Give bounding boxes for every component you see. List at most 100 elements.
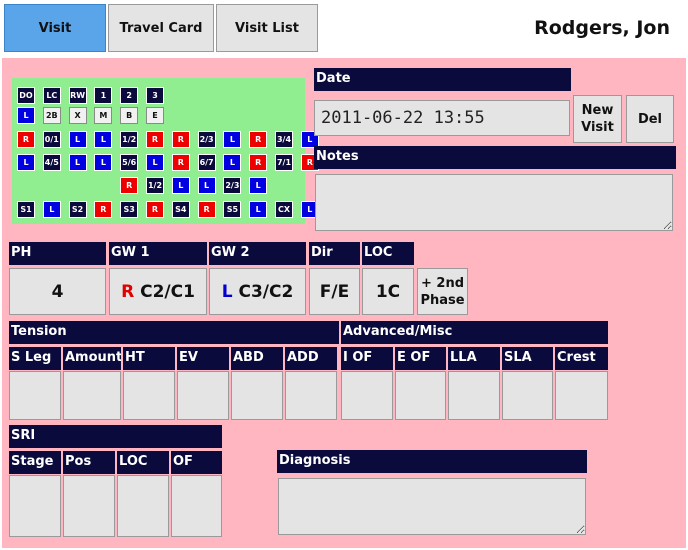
grid-cell[interactable]: L	[146, 154, 164, 171]
sri-col-pos-header: Pos	[63, 451, 115, 474]
grid-cell[interactable]: R	[171, 154, 190, 171]
grid-cell[interactable]: L	[249, 201, 268, 218]
tension-col-abd-field[interactable]	[231, 371, 283, 420]
gw1-value[interactable]: R C2/C1	[109, 268, 207, 315]
grid-cell[interactable]: 4/5	[42, 154, 61, 171]
grid-cell[interactable]: 6/7	[197, 154, 216, 171]
grid-cell[interactable]: B	[120, 107, 139, 124]
tab-visit-list[interactable]: Visit List	[216, 4, 318, 52]
grid-cell[interactable]: R	[171, 131, 190, 148]
advanced-col-crest-field[interactable]	[555, 371, 608, 420]
grid-cell[interactable]: L	[249, 177, 268, 194]
diagnosis-textarea[interactable]	[278, 478, 586, 535]
grid-cell[interactable]: R	[249, 131, 268, 148]
tab-visit[interactable]: Visit	[4, 4, 106, 52]
grid-cell[interactable]: 7/1	[275, 154, 293, 171]
grid-cell[interactable]: 0/1	[42, 131, 61, 148]
grid-cell[interactable]: E	[146, 107, 164, 124]
grid-cell[interactable]: L	[68, 131, 87, 148]
advanced-col-i-of-header: I OF	[341, 347, 393, 370]
grid-cell[interactable]: R	[94, 201, 113, 218]
grid-cell[interactable]: R	[197, 201, 216, 218]
grid-cell[interactable]: CX	[275, 201, 293, 218]
grid-cell[interactable]: 2/3	[197, 131, 216, 148]
grid-cell[interactable]: 3/4	[275, 131, 293, 148]
grid-cell[interactable]: S1	[17, 201, 35, 218]
new-visit-button[interactable]: New Visit	[573, 95, 622, 143]
date-header: Date	[314, 68, 571, 91]
tension-col-s-leg-header: S Leg	[9, 347, 61, 370]
second-phase-button[interactable]: + 2nd Phase	[417, 268, 468, 315]
loc-header: LOC	[362, 242, 414, 265]
grid-cell[interactable]: 2B	[42, 107, 61, 124]
grid-cell[interactable]: 2	[120, 87, 139, 104]
grid-cell[interactable]: L	[42, 201, 61, 218]
notes-header: Notes	[314, 146, 676, 169]
grid-cell[interactable]: RW	[68, 87, 87, 104]
grid-cell[interactable]: R	[249, 154, 268, 171]
grid-cell[interactable]: 2/3	[223, 177, 242, 194]
sri-col-loc-field[interactable]	[117, 475, 169, 537]
grid-cell[interactable]: L	[223, 154, 242, 171]
date-input[interactable]	[314, 100, 570, 136]
advanced-col-lla-field[interactable]	[448, 371, 500, 420]
gw1-value-text: C2/C1	[140, 281, 195, 302]
grid-cell[interactable]: 1/2	[146, 177, 164, 194]
sri-col-stage-header: Stage	[9, 451, 61, 474]
grid-cell[interactable]: L	[17, 154, 35, 171]
grid-cell[interactable]: L	[94, 154, 113, 171]
grid-cell[interactable]: R	[146, 131, 164, 148]
ph-header: PH	[9, 242, 106, 265]
grid-cell[interactable]: S4	[171, 201, 190, 218]
grid-cell[interactable]: S5	[223, 201, 242, 218]
grid-cell[interactable]: S2	[68, 201, 87, 218]
tension-col-s-leg-field[interactable]	[9, 371, 61, 420]
grid-cell[interactable]: 1/2	[120, 131, 139, 148]
grid-cell[interactable]: 5/6	[120, 154, 139, 171]
grid-cell[interactable]: 3	[146, 87, 164, 104]
tension-col-ht-header: HT	[123, 347, 175, 370]
grid-cell[interactable]: S3	[120, 201, 139, 218]
advanced-col-sla-header: SLA	[502, 347, 553, 370]
ph-value[interactable]: 4	[9, 268, 106, 315]
tension-header: Tension	[9, 321, 339, 344]
tension-col-amount-field[interactable]	[63, 371, 121, 420]
grid-cell[interactable]: L	[94, 131, 113, 148]
grid-cell[interactable]: 1	[94, 87, 113, 104]
grid-cell[interactable]: L	[68, 154, 87, 171]
tension-col-ev-header: EV	[177, 347, 229, 370]
grid-cell[interactable]: R	[146, 201, 164, 218]
notes-textarea[interactable]	[315, 174, 673, 231]
gw2-value[interactable]: L C3/C2	[209, 268, 306, 315]
grid-cell[interactable]: L	[223, 131, 242, 148]
grid-cell[interactable]: L	[17, 107, 35, 124]
advanced-col-i-of-field[interactable]	[341, 371, 393, 420]
gw1-side: R	[121, 281, 135, 302]
grid-cell[interactable]: L	[197, 177, 216, 194]
loc-value[interactable]: 1C	[362, 268, 414, 315]
delete-button[interactable]: Del	[626, 95, 674, 143]
advanced-col-sla-field[interactable]	[502, 371, 553, 420]
grid-cell[interactable]: R	[17, 131, 35, 148]
grid-cell[interactable]: L	[171, 177, 190, 194]
dir-value[interactable]: F/E	[309, 268, 360, 315]
grid-cell[interactable]: X	[68, 107, 87, 124]
advanced-header: Advanced/Misc	[341, 321, 608, 344]
dir-header: Dir	[309, 242, 360, 265]
sri-col-stage-field[interactable]	[9, 475, 61, 537]
tab-travel-card[interactable]: Travel Card	[108, 4, 214, 52]
sri-header: SRI	[9, 425, 222, 448]
grid-cell[interactable]: DO	[17, 87, 35, 104]
advanced-col-crest-header: Crest	[555, 347, 608, 370]
advanced-col-e-of-field[interactable]	[395, 371, 446, 420]
gw2-header: GW 2	[209, 242, 306, 265]
grid-cell[interactable]: LC	[42, 87, 61, 104]
tension-col-ht-field[interactable]	[123, 371, 175, 420]
sri-col-of-field[interactable]	[171, 475, 222, 537]
sri-col-pos-field[interactable]	[63, 475, 115, 537]
gw1-header: GW 1	[109, 242, 207, 265]
tension-col-ev-field[interactable]	[177, 371, 229, 420]
grid-cell[interactable]: R	[120, 177, 139, 194]
tension-col-add-field[interactable]	[285, 371, 337, 420]
grid-cell[interactable]: M	[94, 107, 113, 124]
